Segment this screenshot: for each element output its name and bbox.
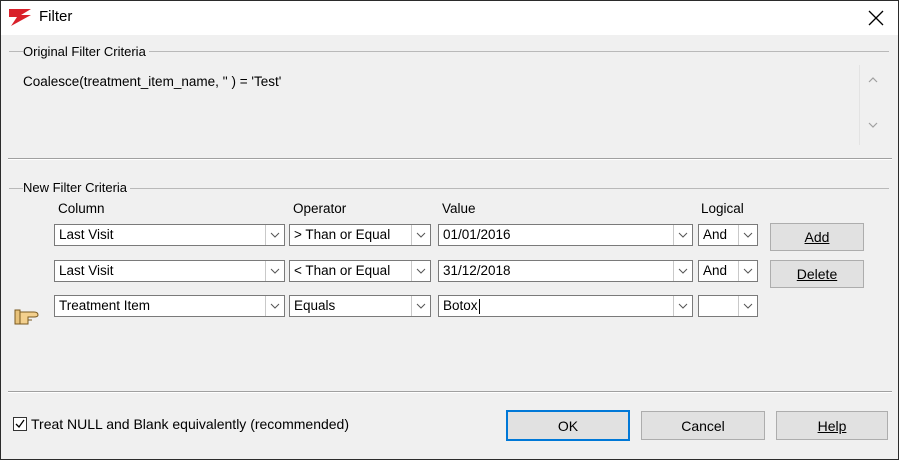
row3-value-text: Botox	[443, 298, 478, 313]
row1-column-select[interactable]: Last Visit	[54, 224, 285, 246]
original-group-label: Original Filter Criteria	[23, 44, 149, 59]
current-row-pointer-icon	[14, 309, 39, 325]
chevron-down-icon[interactable]	[265, 261, 284, 281]
row1-operator-select[interactable]: > Than or Equal	[289, 224, 431, 246]
section-separator	[8, 158, 892, 160]
logical-header: Logical	[701, 201, 744, 216]
value-header: Value	[442, 201, 476, 216]
ok-button-label: OK	[557, 417, 579, 434]
chevron-down-icon[interactable]	[738, 261, 757, 281]
new-group-line	[9, 188, 889, 189]
row3-column-select[interactable]: Treatment Item	[54, 295, 285, 317]
cancel-button-label: Cancel	[681, 417, 725, 434]
text-caret	[478, 298, 480, 314]
close-icon	[868, 10, 884, 26]
ok-button[interactable]: OK	[506, 410, 630, 441]
help-button[interactable]: Help	[776, 411, 888, 440]
treat-null-label: Treat NULL and Blank equivalently (recom…	[31, 416, 350, 432]
window-title: Filter	[39, 8, 73, 25]
row2-value-select[interactable]: 31/12/2018	[438, 260, 693, 282]
scroll-up-icon	[868, 77, 878, 83]
original-scrollbar[interactable]	[859, 65, 886, 145]
row2-column-select[interactable]: Last Visit	[54, 260, 285, 282]
title-bar: Filter	[1, 1, 898, 35]
row2-logical-select[interactable]: And	[698, 260, 758, 282]
chevron-down-icon[interactable]	[265, 225, 284, 245]
scroll-down-icon	[868, 122, 878, 128]
chevron-down-icon[interactable]	[411, 225, 430, 245]
cancel-button[interactable]: Cancel	[641, 411, 765, 440]
add-button[interactable]: Add	[770, 223, 864, 251]
row3-logical-select[interactable]	[698, 295, 758, 317]
row2-operator-select[interactable]: < Than or Equal	[289, 260, 431, 282]
treat-null-checkbox[interactable]	[13, 417, 27, 431]
operator-header: Operator	[293, 201, 347, 216]
chevron-down-icon[interactable]	[673, 261, 692, 281]
row1-logical-select[interactable]: And	[698, 224, 758, 246]
row3-value-input[interactable]: Botox	[438, 295, 693, 317]
help-button-label: Help	[817, 417, 847, 434]
filter-dialog: Filter Original Filter Criteria Coalesce…	[0, 0, 899, 460]
chevron-down-icon[interactable]	[738, 225, 757, 245]
app-logo-icon	[9, 9, 31, 26]
chevron-down-icon[interactable]	[265, 296, 284, 316]
row1-value-select[interactable]: 01/01/2016	[438, 224, 693, 246]
checkmark-icon	[15, 419, 25, 429]
chevron-down-icon[interactable]	[673, 296, 692, 316]
chevron-down-icon[interactable]	[411, 296, 430, 316]
chevron-down-icon[interactable]	[411, 261, 430, 281]
delete-button-label: Delete	[796, 266, 838, 282]
row3-operator-select[interactable]: Equals	[289, 295, 431, 317]
delete-button[interactable]: Delete	[770, 260, 864, 288]
close-button[interactable]	[854, 1, 898, 35]
original-expression: Coalesce(treatment_item_name, '' ) = 'Te…	[23, 74, 282, 89]
bottom-separator	[8, 391, 892, 393]
chevron-down-icon[interactable]	[738, 296, 757, 316]
add-button-label: Add	[804, 229, 830, 245]
chevron-down-icon[interactable]	[673, 225, 692, 245]
new-group-label: New Filter Criteria	[23, 180, 131, 195]
column-header: Column	[58, 201, 105, 216]
